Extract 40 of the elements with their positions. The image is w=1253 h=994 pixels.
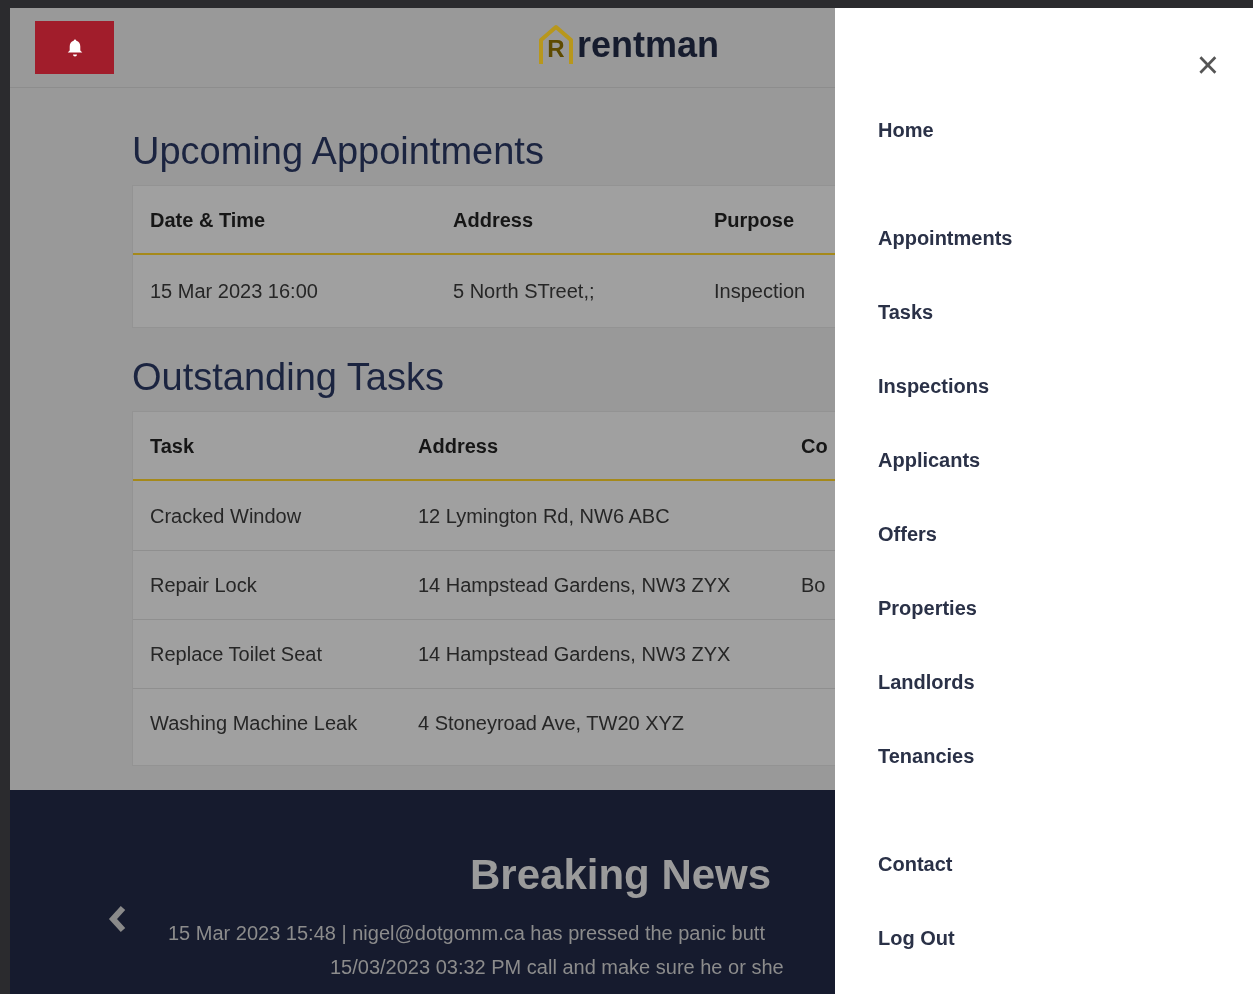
- logo-letter: R: [547, 37, 565, 61]
- table-cell: 15 Mar 2023 16:00: [150, 280, 318, 302]
- menu-link[interactable]: Inspections: [878, 371, 1253, 401]
- section-heading: Upcoming Appointments: [132, 132, 545, 170]
- menu-link[interactable]: Landlords: [878, 667, 1253, 697]
- table-cell: 5 North STreet,;: [453, 280, 595, 302]
- logo-text: rentman: [577, 27, 720, 63]
- menu-link[interactable]: Log Out: [878, 923, 1253, 953]
- news-heading: Breaking News: [470, 850, 772, 900]
- menu-link[interactable]: Tenancies: [878, 741, 1253, 771]
- table-cell: Cracked Window: [150, 504, 302, 527]
- table-cell: Repair Lock: [150, 574, 257, 596]
- close-button[interactable]: ×: [1192, 46, 1223, 84]
- menu-link[interactable]: Appointments: [878, 223, 1253, 253]
- alert-button[interactable]: [35, 21, 114, 74]
- news-text: 15/03/2023 03:32 PM call and make sure he or she: [330, 955, 784, 980]
- table-cell: Inspection: [714, 280, 806, 302]
- table-cell: 4 Stoneyroad Ave, TW20 XYZ: [418, 712, 685, 734]
- house-icon: [537, 24, 575, 66]
- menu-link[interactable]: Home: [878, 115, 1253, 145]
- menu-link[interactable]: Offers: [878, 519, 1253, 549]
- table-cell: Bo: [801, 574, 826, 596]
- chevron-left-icon[interactable]: [108, 905, 128, 933]
- column-header: Co: [801, 433, 829, 459]
- column-header: Task: [150, 433, 196, 459]
- menu-link[interactable]: Properties: [878, 593, 1253, 623]
- menu-link[interactable]: Contact: [878, 849, 1253, 879]
- column-header: Address: [453, 207, 535, 233]
- table-cell: 12 Lymington Rd, NW6 ABC: [418, 504, 670, 527]
- column-header: Purpose: [714, 207, 796, 233]
- column-header: Address: [418, 433, 500, 459]
- table-cell: Washing Machine Leak: [150, 712, 358, 734]
- menu-link[interactable]: Applicants: [878, 445, 1253, 475]
- table-cell: Replace Toilet Seat: [150, 643, 322, 665]
- column-header: Date & Time: [150, 207, 267, 233]
- table-cell: 14 Hampstead Gardens, NW3 ZYX: [418, 643, 731, 665]
- section-heading: Outstanding Tasks: [132, 358, 445, 396]
- news-text: 15 Mar 2023 15:48 | nigel@dotgomm.ca has pressed the panic butt: [168, 921, 765, 946]
- menu-link[interactable]: Tasks: [878, 297, 1253, 327]
- table-cell: 14 Hampstead Gardens, NW3 ZYX: [418, 574, 731, 596]
